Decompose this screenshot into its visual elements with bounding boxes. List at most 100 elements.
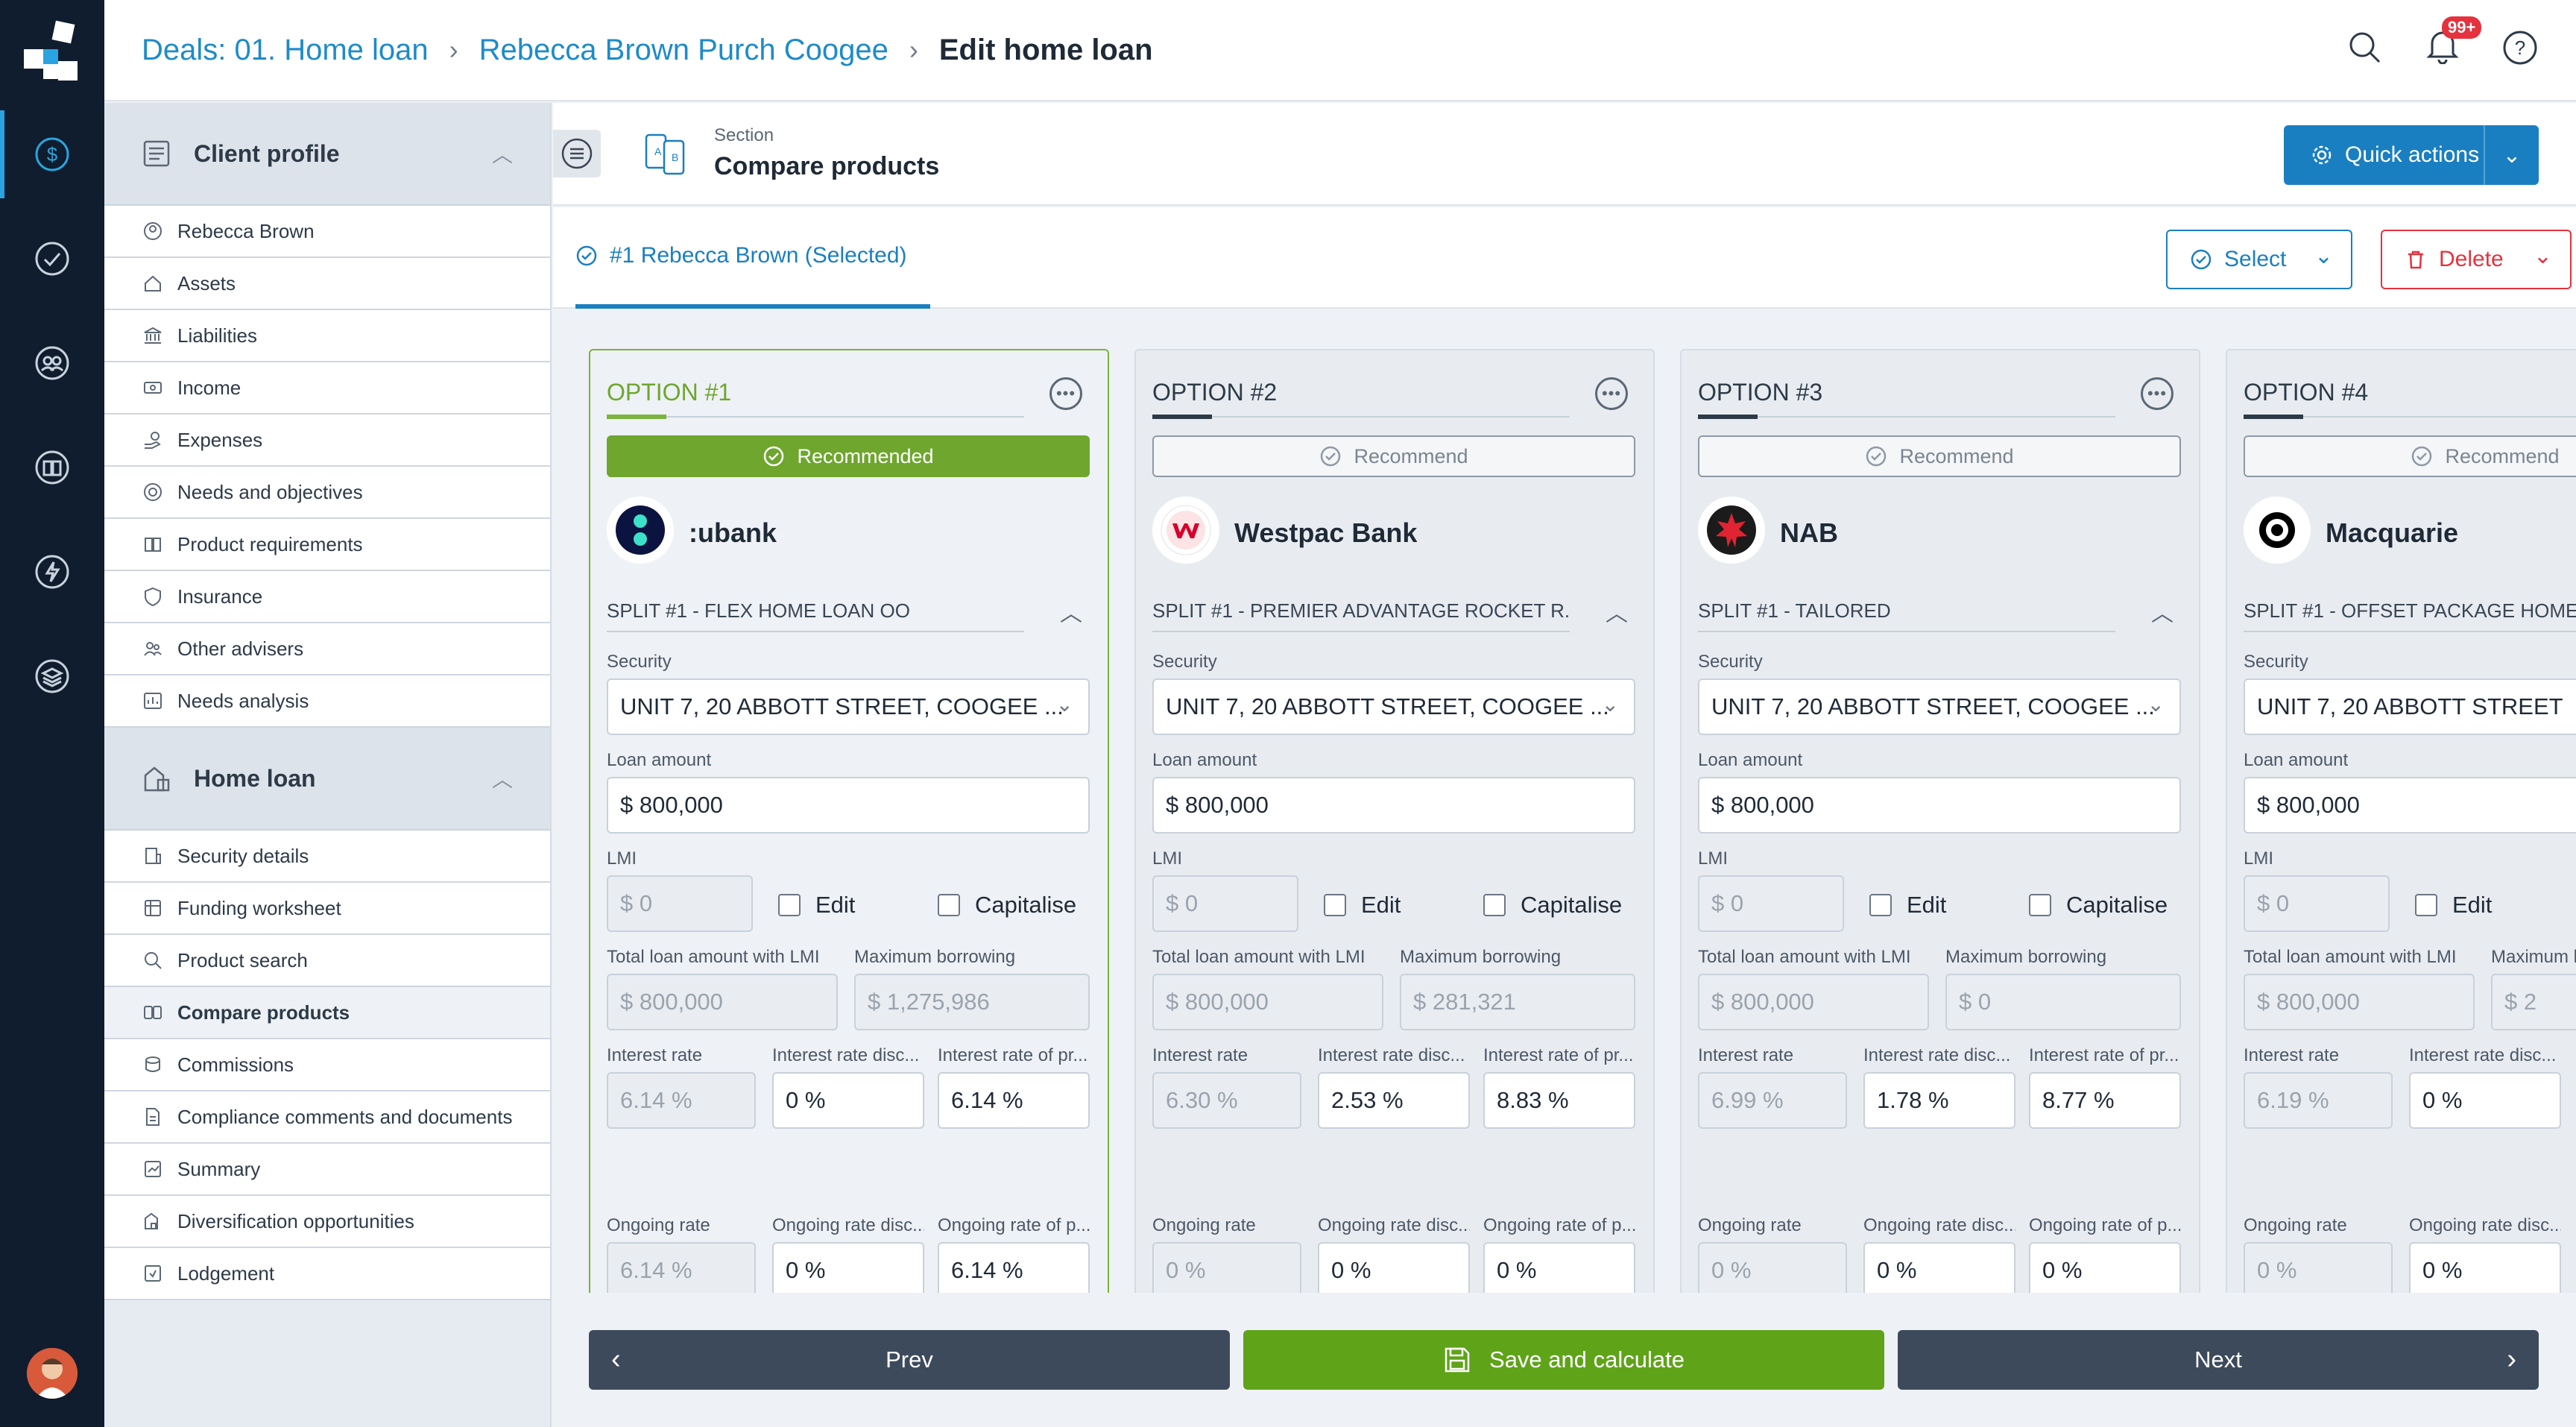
- interest-product-input[interactable]: 6.14 %: [938, 1072, 1090, 1129]
- user-avatar[interactable]: [27, 1348, 78, 1399]
- lmi-edit-checkbox[interactable]: Edit: [1324, 892, 1401, 919]
- lmi-label: LMI: [2244, 848, 2274, 869]
- interest-product-input[interactable]: 8.77 %: [2029, 1072, 2181, 1129]
- recommend-button[interactable]: Recommend: [1698, 435, 2181, 477]
- chevron-down-icon[interactable]: ⌄: [2484, 125, 2539, 185]
- recommend-button[interactable]: Recommend: [2244, 435, 2576, 477]
- sidebar-toggle-button[interactable]: [553, 130, 601, 177]
- help-icon[interactable]: ?: [2501, 29, 2539, 66]
- select-button[interactable]: Select ⌄: [2166, 230, 2352, 289]
- loan-amount-input[interactable]: $ 800,000: [2244, 777, 2576, 834]
- sidebar-item-summary[interactable]: Summary: [104, 1144, 550, 1196]
- sidebar-item-rebecca-brown[interactable]: Rebecca Brown: [104, 206, 550, 258]
- ongoing-rate-label: Ongoing rate: [1152, 1215, 1256, 1235]
- checkbox-label: Capitalise: [1521, 892, 1623, 918]
- more-options-icon[interactable]: •••: [1595, 377, 1628, 410]
- sidebar-item-income[interactable]: Income: [104, 362, 550, 415]
- max-borrowing-input: $ 281,321: [1400, 974, 1635, 1030]
- sidebar-item-assets[interactable]: Assets: [104, 258, 550, 310]
- sidebar-item-product-requirements[interactable]: Product requirements: [104, 519, 550, 571]
- ongoing-discount-input[interactable]: 0 %: [1863, 1242, 2015, 1293]
- sidebar-item-liabilities[interactable]: Liabilities: [104, 310, 550, 362]
- chevron-up-icon[interactable]: ︿: [1606, 595, 1628, 628]
- recommend-button[interactable]: Recommended: [607, 435, 1090, 477]
- rail-layers-icon[interactable]: [0, 628, 104, 725]
- sidebar-item-diversification[interactable]: Diversification opportunities: [104, 1196, 550, 1248]
- sidebar-item-product-search[interactable]: Product search: [104, 935, 550, 987]
- summary-icon: [142, 1158, 164, 1180]
- ongoing-discount-input[interactable]: 0 %: [2409, 1242, 2561, 1293]
- chevron-up-icon[interactable]: ︿: [1060, 595, 1082, 628]
- save-calculate-button[interactable]: Save and calculate: [1243, 1330, 1884, 1390]
- lmi-edit-checkbox[interactable]: Edit: [2415, 892, 2492, 919]
- breadcrumb-deal[interactable]: Rebecca Brown Purch Coogee: [479, 34, 888, 67]
- security-select[interactable]: UNIT 7, 20 ABBOTT STREET, COOGEE ...: [1698, 678, 2181, 735]
- interest-product-input[interactable]: 8.83 %: [1483, 1072, 1635, 1129]
- tab-applicant-1[interactable]: #1 Rebecca Brown (Selected): [575, 207, 930, 309]
- max-borrowing-input: $ 2: [2491, 974, 2576, 1030]
- sidebar-item-other-advisers[interactable]: Other advisers: [104, 623, 550, 675]
- checkbox-box: [2415, 894, 2437, 916]
- sidebar-item-needs-analysis[interactable]: Needs analysis: [104, 675, 550, 728]
- rail-clients-icon[interactable]: [0, 315, 104, 412]
- ongoing-product-input[interactable]: 6.14 %: [938, 1242, 1090, 1293]
- quick-actions-button[interactable]: Quick actions ⌄: [2284, 125, 2539, 185]
- ongoing-rate-input: 0 %: [1152, 1242, 1301, 1293]
- rail-lightning-icon[interactable]: [0, 523, 104, 620]
- sidebar-section-client-profile[interactable]: Client profile ︿: [104, 103, 550, 206]
- prev-button[interactable]: ‹ Prev: [589, 1330, 1230, 1390]
- security-select[interactable]: UNIT 7, 20 ABBOTT STREET, COOGEE ...: [1152, 678, 1635, 735]
- sidebar-item-label: Insurance: [177, 585, 263, 608]
- sidebar-item-compare-products[interactable]: Compare products: [104, 987, 550, 1039]
- sidebar-item-compliance[interactable]: Compliance comments and documents: [104, 1091, 550, 1144]
- security-select[interactable]: UNIT 7, 20 ABBOTT STREET, COOGEE ...: [607, 678, 1090, 735]
- sidebar-item-expenses[interactable]: Expenses: [104, 415, 550, 467]
- more-options-icon[interactable]: •••: [1049, 377, 1082, 410]
- lmi-edit-checkbox[interactable]: Edit: [1869, 892, 1946, 919]
- ongoing-product-input[interactable]: 0 %: [1483, 1242, 1635, 1293]
- app-logo[interactable]: [21, 19, 83, 82]
- more-options-icon[interactable]: •••: [2141, 377, 2174, 410]
- chevron-up-icon[interactable]: ︿: [492, 139, 513, 168]
- sidebar-item-security-details[interactable]: Security details: [104, 831, 550, 883]
- loan-amount-input[interactable]: $ 800,000: [1698, 777, 2181, 834]
- options-area: OPTION #1 ••• Recommended :ubank SPLIT #…: [553, 310, 2576, 1293]
- rail-tasks-icon[interactable]: [0, 210, 104, 307]
- next-button[interactable]: Next ›: [1898, 1330, 2539, 1390]
- interest-discount-input[interactable]: 1.78 %: [1863, 1072, 2015, 1129]
- sidebar-item-commissions[interactable]: Commissions: [104, 1039, 550, 1091]
- recommend-label: Recommended: [797, 444, 934, 467]
- lmi-capitalise-checkbox[interactable]: Capitalise: [2029, 892, 2168, 919]
- money-icon: [142, 377, 164, 399]
- lmi-capitalise-checkbox[interactable]: Capitalise: [938, 892, 1076, 919]
- interest-discount-input[interactable]: 2.53 %: [1318, 1072, 1470, 1129]
- interest-discount-input[interactable]: 0 %: [2409, 1072, 2561, 1129]
- chevron-up-icon[interactable]: ︿: [2151, 595, 2174, 628]
- sidebar-section-home-loan[interactable]: Home loan ︿: [104, 728, 550, 831]
- ongoing-discount-input[interactable]: 0 %: [1318, 1242, 1470, 1293]
- loan-amount-input[interactable]: $ 800,000: [607, 777, 1090, 834]
- lmi-input: $ 0: [1698, 875, 1844, 932]
- ongoing-discount-input[interactable]: 0 %: [772, 1242, 924, 1293]
- search-icon[interactable]: [2346, 29, 2384, 66]
- sidebar-item-needs-objectives[interactable]: Needs and objectives: [104, 467, 550, 519]
- ongoing-product-input[interactable]: 0 %: [2029, 1242, 2181, 1293]
- sidebar-item-insurance[interactable]: Insurance: [104, 571, 550, 623]
- recommend-button[interactable]: Recommend: [1152, 435, 1635, 477]
- analysis-icon: [142, 690, 164, 712]
- sidebar-item-lodgement[interactable]: Lodgement: [104, 1248, 550, 1300]
- interest-discount-label: Interest rate disc...: [772, 1045, 920, 1065]
- rail-deals-icon[interactable]: $: [0, 106, 104, 203]
- delete-button[interactable]: Delete ⌄: [2381, 230, 2572, 289]
- security-label: Security: [607, 652, 672, 672]
- sidebar-item-funding-worksheet[interactable]: Funding worksheet: [104, 883, 550, 935]
- loan-amount-input[interactable]: $ 800,000: [1152, 777, 1635, 834]
- lmi-capitalise-checkbox[interactable]: Capitalise: [1483, 892, 1622, 919]
- security-select[interactable]: UNIT 7, 20 ABBOTT STREET: [2244, 678, 2576, 735]
- lmi-edit-checkbox[interactable]: Edit: [778, 892, 855, 919]
- chevron-up-icon[interactable]: ︿: [492, 763, 513, 793]
- breadcrumb-deals[interactable]: Deals: 01. Home loan: [142, 34, 429, 67]
- notifications-button[interactable]: 99+: [2425, 16, 2482, 68]
- rail-library-icon[interactable]: [0, 419, 104, 516]
- interest-discount-input[interactable]: 0 %: [772, 1072, 924, 1129]
